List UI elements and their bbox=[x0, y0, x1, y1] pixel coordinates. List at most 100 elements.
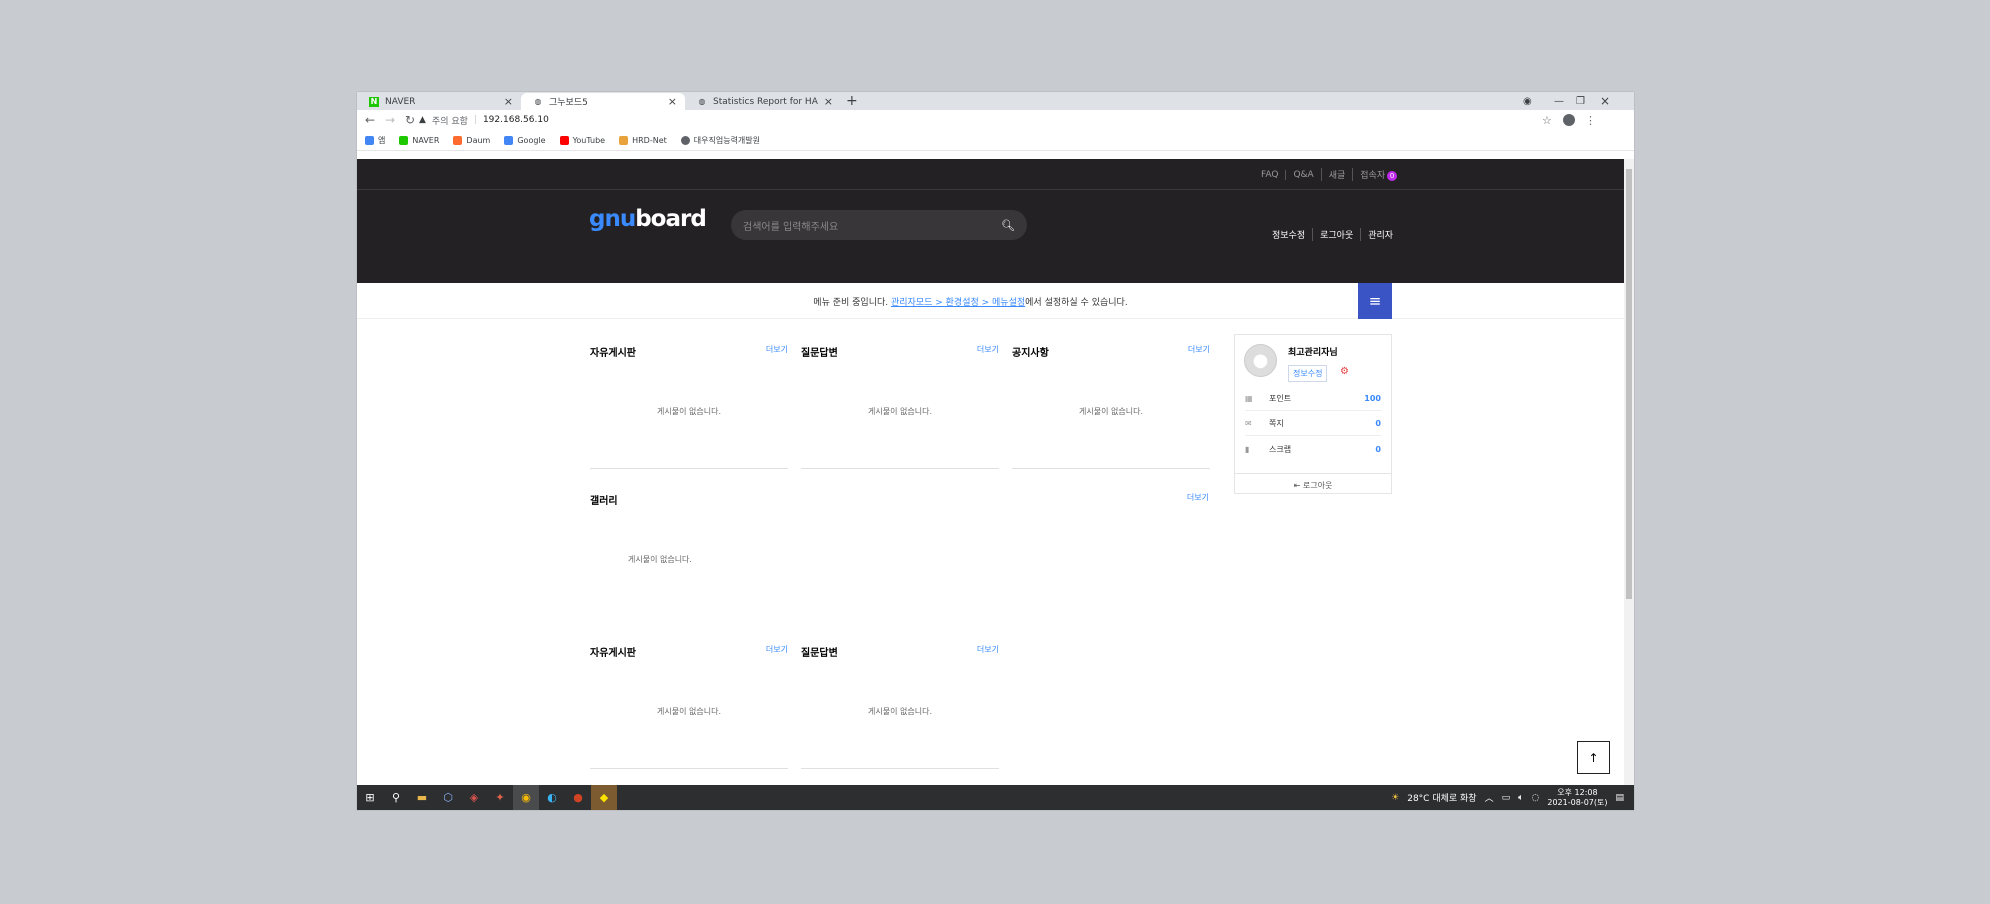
volume-icon[interactable]: 🔈︎ bbox=[1518, 793, 1523, 803]
point-row[interactable]: ▦ 포인트 100 bbox=[1245, 387, 1381, 411]
profile-icon[interactable] bbox=[1563, 114, 1575, 126]
board-title[interactable]: 자유게시판 bbox=[590, 344, 636, 359]
more-link[interactable]: 더보기 bbox=[1188, 344, 1210, 355]
apps-grid-icon bbox=[365, 135, 374, 145]
google-icon bbox=[504, 135, 514, 145]
url-text[interactable]: 192.168.56.10 bbox=[483, 115, 549, 125]
edit-profile-button[interactable]: 정보수정 bbox=[1288, 365, 1328, 382]
bookmark-naver[interactable]: NAVER bbox=[399, 135, 439, 145]
admin-gear-icon[interactable]: ⚙ bbox=[1340, 366, 1349, 377]
more-link[interactable]: 더보기 bbox=[1187, 492, 1209, 503]
naver-favicon-icon: N bbox=[369, 96, 379, 107]
board-title[interactable]: 갤러리 bbox=[590, 492, 618, 507]
weather-text[interactable]: 28°C 대체로 화창 bbox=[1407, 791, 1476, 804]
restore-button[interactable]: ❐ bbox=[1576, 92, 1585, 110]
virtualbox-icon[interactable]: ⬡ bbox=[435, 785, 461, 810]
outlogin-box: ● 최고관리자님 정보수정 ⚙ ▦ 포인트 100 ✉ 쪽지 0 ▮ 스크랩 0… bbox=[1234, 334, 1392, 494]
tab-gnuboard[interactable]: ◍ 그누보드5 × bbox=[521, 93, 685, 110]
app-icon[interactable]: ✦ bbox=[487, 785, 513, 810]
site-logo[interactable]: gnuboard bbox=[589, 206, 707, 232]
more-link[interactable]: 더보기 bbox=[766, 344, 788, 355]
new-tab-button[interactable]: + bbox=[846, 93, 858, 109]
page-scrollbar[interactable] bbox=[1624, 159, 1634, 785]
tab-bar: N NAVER × ◍ 그누보드5 × ◍ Statistics Report … bbox=[357, 92, 1634, 110]
more-link[interactable]: 더보기 bbox=[766, 644, 788, 655]
kakaotalk-icon[interactable]: ◆ bbox=[591, 785, 617, 810]
windows-start-icon[interactable]: ⊞ bbox=[357, 785, 383, 810]
board-title[interactable]: 자유게시판 bbox=[590, 644, 636, 659]
outlogin-logout-button[interactable]: ⇤ 로그아웃 bbox=[1235, 473, 1391, 495]
qna-link[interactable]: Q&A bbox=[1285, 169, 1320, 180]
scroll-top-button[interactable]: ↑ bbox=[1577, 741, 1610, 774]
bookmark-google[interactable]: Google bbox=[504, 135, 546, 145]
board-title[interactable]: 질문답변 bbox=[801, 344, 838, 359]
web-page: FAQ Q&A 새글 접속자 0 gnuboard 검색어를 입력해주세요 🔍︎ … bbox=[357, 159, 1624, 785]
tab-search-icon[interactable]: ◉ bbox=[1523, 92, 1532, 110]
memo-row[interactable]: ✉ 쪽지 0 bbox=[1245, 412, 1381, 436]
edit-profile-link[interactable]: 정보수정 bbox=[1265, 228, 1312, 241]
empty-message: 게시물이 없습니다. bbox=[657, 407, 721, 416]
star-icon[interactable]: ☆ bbox=[1542, 114, 1552, 127]
hamburger-menu-button[interactable]: ≡ bbox=[1358, 283, 1392, 319]
edge-icon[interactable]: ◐ bbox=[539, 785, 565, 810]
ime-icon[interactable]: ◌ bbox=[1532, 793, 1540, 803]
search-icon[interactable]: 🔍︎ bbox=[1001, 219, 1015, 232]
clock[interactable]: 오후 12:08 2021-08-07(토) bbox=[1547, 788, 1607, 808]
more-link[interactable]: 더보기 bbox=[977, 644, 999, 655]
board-title[interactable]: 공지사항 bbox=[1012, 344, 1049, 359]
windows-taskbar: ⊞ ⚲ ▬ ⬡ ◈ ✦ ◉ ◐ ● ◆ ☀ 28°C 대체로 화창 ︿ ▭ 🔈︎… bbox=[357, 785, 1634, 810]
admin-link[interactable]: 관리자 bbox=[1360, 228, 1400, 241]
menu-kebab-icon[interactable]: ⋮ bbox=[1585, 114, 1596, 127]
search-box[interactable]: 검색어를 입력해주세요 🔍︎ bbox=[731, 210, 1027, 240]
search-icon[interactable]: ⚲ bbox=[383, 785, 409, 810]
network-icon[interactable]: ▭ bbox=[1502, 793, 1511, 803]
board-title[interactable]: 질문답변 bbox=[801, 644, 838, 659]
bookmark-daewoo[interactable]: 대우직업능력개발원 bbox=[680, 135, 760, 146]
close-icon[interactable]: × bbox=[668, 95, 677, 108]
notification-icon[interactable]: ▤ bbox=[1615, 793, 1624, 803]
warning-icon: ▲ bbox=[419, 115, 426, 125]
omnibox[interactable]: ▲ 주의 요함 | 192.168.56.10 bbox=[419, 112, 1599, 128]
file-explorer-icon[interactable]: ▬ bbox=[409, 785, 435, 810]
tab-haproxy[interactable]: ◍ Statistics Report for HAProxy × bbox=[685, 93, 841, 110]
empty-message: 게시물이 없습니다. bbox=[1079, 407, 1143, 416]
scrap-row[interactable]: ▮ 스크랩 0 bbox=[1245, 437, 1381, 461]
bookmark-hrdnet[interactable]: HRD-Net bbox=[619, 135, 667, 145]
window-close-button[interactable]: × bbox=[1600, 92, 1610, 110]
reload-icon[interactable]: ↻ bbox=[400, 113, 420, 127]
bookmarks-bar: 앱 NAVER Daum Google YouTube HRD-Net 대우직업… bbox=[357, 130, 1634, 151]
tab-title: 그누보드5 bbox=[549, 98, 588, 108]
tab-title: NAVER bbox=[385, 96, 416, 107]
more-link[interactable]: 더보기 bbox=[977, 344, 999, 355]
app-icon[interactable]: ◈ bbox=[461, 785, 487, 810]
visitors-link[interactable]: 접속자 0 bbox=[1352, 168, 1404, 181]
bookmark-daum[interactable]: Daum bbox=[453, 135, 490, 145]
site-header: gnuboard 검색어를 입력해주세요 🔍︎ 정보수정 로그아웃 관리자 bbox=[357, 190, 1624, 283]
back-icon[interactable]: ← bbox=[360, 113, 380, 127]
faq-link[interactable]: FAQ bbox=[1254, 170, 1285, 180]
browser-window: N NAVER × ◍ 그누보드5 × ◍ Statistics Report … bbox=[357, 92, 1634, 810]
bookmark-apps[interactable]: 앱 bbox=[365, 135, 385, 146]
close-icon[interactable]: × bbox=[504, 95, 513, 108]
hrdnet-icon bbox=[619, 135, 629, 145]
new-posts-link[interactable]: 새글 bbox=[1320, 168, 1353, 181]
powerpoint-icon[interactable]: ● bbox=[565, 785, 591, 810]
forward-icon[interactable]: → bbox=[380, 113, 400, 127]
top-links: FAQ Q&A 새글 접속자 0 bbox=[1254, 159, 1404, 190]
globe-icon: ◍ bbox=[534, 97, 542, 106]
logout-link[interactable]: 로그아웃 bbox=[1312, 228, 1360, 241]
globe-icon: ◍ bbox=[698, 97, 706, 106]
tab-naver[interactable]: N NAVER × bbox=[357, 93, 521, 110]
chrome-icon[interactable]: ◉ bbox=[513, 785, 539, 810]
bookmark-youtube[interactable]: YouTube bbox=[559, 135, 605, 145]
scrollbar-thumb[interactable] bbox=[1626, 169, 1632, 599]
youtube-icon bbox=[559, 135, 569, 145]
hamburger-icon: ≡ bbox=[1368, 292, 1382, 310]
security-label[interactable]: 주의 요함 bbox=[432, 114, 468, 127]
menu-settings-link[interactable]: 관리자모드 > 환경설정 > 메뉴설정 bbox=[891, 298, 1025, 308]
empty-message: 게시물이 없습니다. bbox=[657, 707, 721, 716]
search-input[interactable]: 검색어를 입력해주세요 bbox=[743, 218, 838, 233]
chevron-up-icon[interactable]: ︿ bbox=[1485, 791, 1494, 804]
close-icon[interactable]: × bbox=[824, 95, 833, 108]
minimize-button[interactable]: — bbox=[1554, 92, 1564, 110]
